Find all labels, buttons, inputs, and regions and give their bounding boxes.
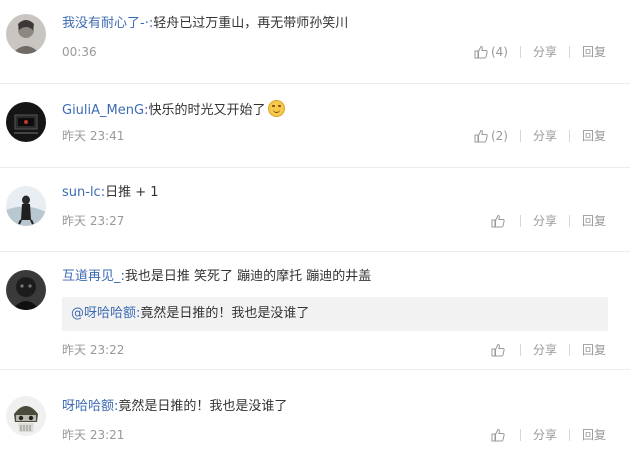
- thumbs-up-icon: [491, 428, 505, 442]
- smile-emoji-icon: [268, 100, 286, 117]
- divider: [519, 130, 521, 142]
- comment-text: 日推 + 1: [105, 185, 159, 200]
- comment-time: 昨天 23:41: [62, 129, 125, 143]
- avatar[interactable]: [6, 396, 46, 436]
- like-count: (2): [490, 129, 508, 143]
- comment-actions: 分享 回复: [491, 213, 606, 229]
- divider: [519, 429, 521, 441]
- share-button[interactable]: 分享: [533, 44, 557, 60]
- like-count: (4): [490, 45, 508, 59]
- divider: [568, 429, 570, 441]
- reply-button[interactable]: 回复: [582, 342, 606, 358]
- comment-item: 呀哈哈额:竟然是日推的！我也是没谁了 昨天 23:21 分享 回复: [0, 370, 630, 458]
- comment-actions: (2) 分享 回复: [474, 128, 606, 144]
- comment-time: 00:36: [62, 45, 97, 59]
- avatar[interactable]: [6, 186, 46, 226]
- quoted-comment: @呀哈哈额:竟然是日推的！我也是没谁了: [62, 297, 608, 331]
- comment-item: 我没有耐心了-·:轻舟已过万重山，再无带师孙笑川 00:36 (4) 分享 回复: [0, 0, 630, 84]
- comment-item: 互道再见_:我也是日推 笑死了 蹦迪的摩托 蹦迪的井盖 @呀哈哈额:竟然是日推的…: [0, 252, 630, 370]
- comment-actions: (4) 分享 回复: [474, 44, 606, 60]
- comment-username[interactable]: GiuliA_MenG:: [62, 103, 148, 118]
- comment-username[interactable]: 呀哈哈额:: [62, 399, 118, 414]
- comment-time: 昨天 23:27: [62, 214, 125, 228]
- comment-list: 我没有耐心了-·:轻舟已过万重山，再无带师孙笑川 00:36 (4) 分享 回复…: [0, 0, 630, 458]
- reply-button[interactable]: 回复: [582, 427, 606, 443]
- thumbs-up-icon: [474, 45, 488, 59]
- like-button[interactable]: [491, 343, 508, 357]
- comment-item: GiuliA_MenG:快乐的时光又开始了 昨天 23:41 (2) 分享 回复: [0, 84, 630, 168]
- comment-username[interactable]: 互道再见_:: [62, 269, 125, 284]
- share-button[interactable]: 分享: [533, 342, 557, 358]
- comment-actions: 分享 回复: [491, 342, 606, 358]
- like-button[interactable]: (2): [474, 128, 508, 144]
- comment-line: 呀哈哈额:竟然是日推的！我也是没谁了: [62, 398, 287, 416]
- comment-text: 快乐的时光又开始了: [148, 103, 266, 118]
- comment-username[interactable]: 我没有耐心了-·:: [62, 16, 153, 31]
- avatar[interactable]: [6, 14, 46, 54]
- avatar[interactable]: [6, 102, 46, 142]
- avatar[interactable]: [6, 270, 46, 310]
- comment-username[interactable]: sun-lc:: [62, 185, 105, 200]
- comment-text: 竟然是日推的！我也是没谁了: [118, 399, 288, 414]
- comment-text: 我也是日推 笑死了 蹦迪的摩托 蹦迪的井盖: [124, 269, 372, 284]
- comment-line: 我没有耐心了-·:轻舟已过万重山，再无带师孙笑川: [62, 15, 348, 33]
- divider: [519, 215, 521, 227]
- thumbs-up-icon: [491, 214, 505, 228]
- share-button[interactable]: 分享: [533, 213, 557, 229]
- comment-line: GiuliA_MenG:快乐的时光又开始了: [62, 100, 286, 120]
- divider: [519, 344, 521, 356]
- comment-line: sun-lc:日推 + 1: [62, 184, 159, 202]
- thumbs-up-icon: [491, 343, 505, 357]
- comment-line: 互道再见_:我也是日推 笑死了 蹦迪的摩托 蹦迪的井盖: [62, 268, 371, 286]
- reply-button[interactable]: 回复: [582, 213, 606, 229]
- reply-button[interactable]: 回复: [582, 44, 606, 60]
- divider: [568, 46, 570, 58]
- divider: [568, 215, 570, 227]
- like-button[interactable]: [491, 214, 508, 228]
- comment-time: 昨天 23:21: [62, 428, 125, 442]
- comment-actions: 分享 回复: [491, 427, 606, 443]
- comment-time: 昨天 23:22: [62, 343, 125, 357]
- thumbs-up-icon: [474, 129, 488, 143]
- share-button[interactable]: 分享: [533, 427, 557, 443]
- quoted-username[interactable]: @呀哈哈额:: [71, 306, 140, 321]
- divider: [568, 344, 570, 356]
- like-button[interactable]: [491, 428, 508, 442]
- reply-button[interactable]: 回复: [582, 128, 606, 144]
- like-button[interactable]: (4): [474, 44, 508, 60]
- share-button[interactable]: 分享: [533, 128, 557, 144]
- divider: [568, 130, 570, 142]
- comment-item: sun-lc:日推 + 1 昨天 23:27 分享 回复: [0, 168, 630, 252]
- comment-text: 轻舟已过万重山，再无带师孙笑川: [153, 16, 349, 31]
- quoted-text: 竟然是日推的！我也是没谁了: [140, 306, 310, 321]
- divider: [519, 46, 521, 58]
